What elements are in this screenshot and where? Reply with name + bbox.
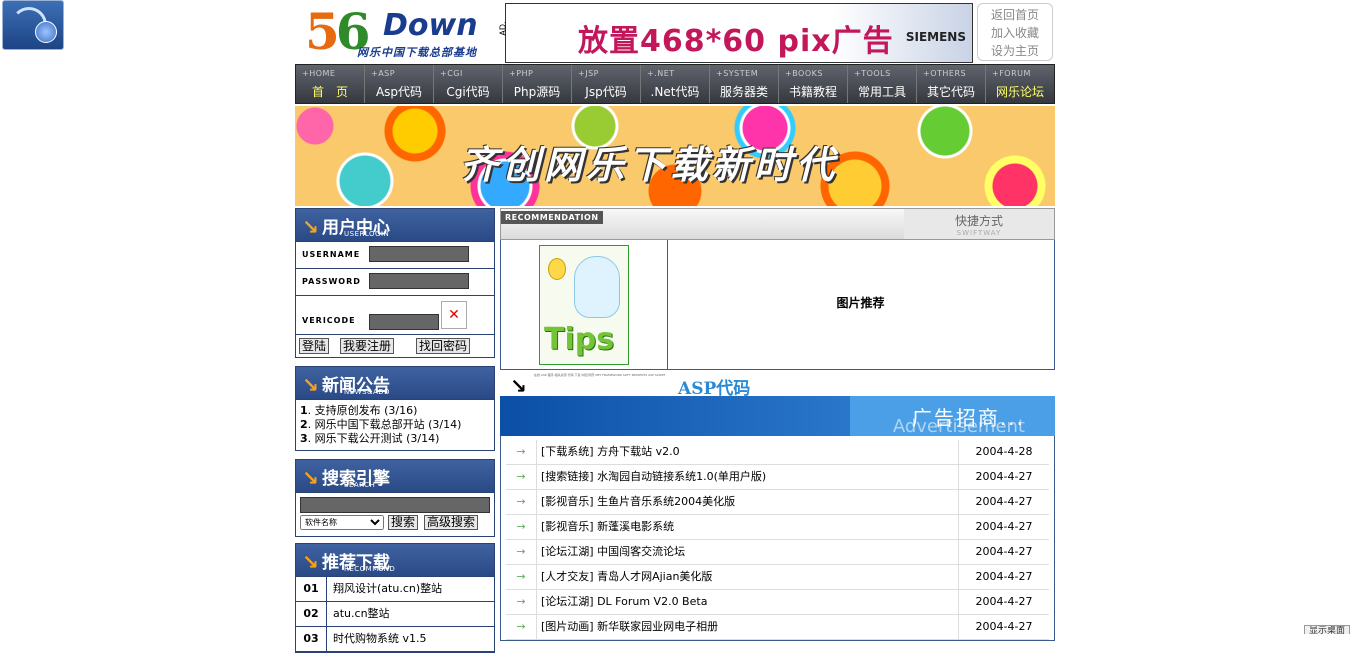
list-item[interactable]: 3. 网乐下载公开测试 (3/14) xyxy=(300,432,494,446)
search-panel: 软件名称 搜索 高级搜索 xyxy=(295,493,495,537)
list-item[interactable]: 1. 支持原创发布 (3/16) xyxy=(300,404,494,418)
main-nav: +HOME 首 页 +ASP Asp代码 +CGI Cgi代码 +PHP Php源码 +… xyxy=(295,64,1055,104)
broken-image-icon: ✕ xyxy=(441,301,467,329)
nav-cgi[interactable]: +CGI Cgi代码 xyxy=(434,65,503,103)
desktop-shortcut-icon[interactable] xyxy=(2,0,64,50)
username-input[interactable] xyxy=(369,246,469,262)
nav-asp[interactable]: +ASP Asp代码 xyxy=(365,65,434,103)
picture-recommendation: Tips 图片推荐 xyxy=(500,240,1055,370)
nav-books[interactable]: +BOOKS 书籍教程 xyxy=(779,65,848,103)
table-row[interactable]: → [搜索链接] 水淘园自动链接系统1.0(单用户版) 2004-4-27 xyxy=(506,465,1049,490)
banner-slogan: 齐创网乐下载新时代 xyxy=(460,143,839,187)
quick-links: 返回首页 加入收藏 设为主页 xyxy=(977,3,1053,61)
arrow-right-icon: → xyxy=(506,465,537,489)
arrow-icon: ↘ xyxy=(302,466,319,490)
login-panel-header: ↘ 用户中心 USERLOGIN xyxy=(295,208,495,242)
table-row[interactable]: → [影视音乐] 生鱼片音乐系统2004美化版 2004-4-27 xyxy=(506,490,1049,515)
search-panel-header: ↘ 搜索引擎 SEARCH xyxy=(295,459,495,493)
lightbulb-icon xyxy=(548,258,566,280)
arrow-icon: ↘ xyxy=(302,215,319,239)
recommendation-tag: RECOMMENDATION xyxy=(501,211,603,224)
swiftway-link[interactable]: 快捷方式 SWIFTWAY xyxy=(904,209,1054,239)
table-row[interactable]: → [影视音乐] 新蓬溪电影系统 2004-4-27 xyxy=(506,515,1049,540)
search-input[interactable] xyxy=(300,497,490,513)
nav-php[interactable]: +PHP Php源码 xyxy=(503,65,572,103)
news-list: 1. 支持原创发布 (3/16) 2. 网乐中国下载总部开站 (3/14) 3.… xyxy=(295,400,495,451)
table-row[interactable]: → [图片动画] 新华联家园业网电子相册 2004-4-27 xyxy=(506,615,1049,640)
arrow-icon: ↘ xyxy=(302,373,319,397)
vericode-input[interactable] xyxy=(369,314,439,330)
asp-code-list: → [下载系统] 方舟下载站 v2.0 2004-4-28 → [搜索链接] 水淘园自… xyxy=(500,436,1055,641)
nav-others[interactable]: +OTHERS 其它代码 xyxy=(917,65,986,103)
arrow-right-icon: → xyxy=(506,540,537,564)
list-item[interactable]: 2. 网乐中国下载总部开站 (3/14) xyxy=(300,418,494,432)
nav-home[interactable]: +HOME 首 页 xyxy=(296,65,365,103)
password-input[interactable] xyxy=(369,273,469,289)
recover-password-button[interactable]: 找回密码 xyxy=(416,338,471,354)
table-row[interactable]: → [人才交友] 青岛人才网Ajian美化版 2004-4-27 xyxy=(506,565,1049,590)
asp-section-header: ↘ 在线 ASP 程序 相关资源 代码 下载 中国 网乐 NET FRAMEWO… xyxy=(510,373,751,399)
table-row[interactable]: → [论坛江湖] DL Forum V2.0 Beta 2004-4-27 xyxy=(506,590,1049,615)
arrow-right-icon: → xyxy=(506,515,537,539)
arrow-right-icon: → xyxy=(506,590,537,614)
advanced-search-button[interactable]: 高级搜索 xyxy=(424,515,479,530)
right-column: RECOMMENDATION 快捷方式 SWIFTWAY Tips 图片推荐 ↘… xyxy=(500,208,1055,641)
ad-brand: SIEMENS xyxy=(905,30,966,44)
top-ad-banner[interactable]: AD. 放置468*60 pix广告 SIEMENS xyxy=(499,3,973,63)
search-button[interactable]: 搜索 xyxy=(388,515,419,530)
nav-forum[interactable]: +FORUM 网乐论坛 xyxy=(986,65,1054,103)
link-home[interactable]: 返回首页 xyxy=(978,6,1052,24)
site-logo[interactable]: 56 Down 网乐中国下载总部基地 xyxy=(305,2,495,61)
arrow-icon: ↘ xyxy=(510,374,527,398)
recommend-list: 01 翔风设计(atu.cn)整站 02 atu.cn整站 03 时代购物系统 v1.… xyxy=(295,577,495,653)
list-item[interactable]: 02 atu.cn整站 xyxy=(296,602,494,627)
recommendation-header: RECOMMENDATION 快捷方式 SWIFTWAY xyxy=(500,208,1055,240)
recommend-panel-header: ↘ 推荐下载 RECOMMEND xyxy=(295,543,495,577)
nav-system[interactable]: +SYSTEM 服务器类 xyxy=(710,65,779,103)
nav-net[interactable]: +.NET .Net代码 xyxy=(641,65,710,103)
register-button[interactable]: 我要注册 xyxy=(340,338,395,354)
table-row[interactable]: → [下载系统] 方舟下载站 v2.0 2004-4-28 xyxy=(506,440,1049,465)
arrow-right-icon: → xyxy=(506,440,537,464)
disc-icon xyxy=(35,21,57,43)
news-panel-header: ↘ 新闻公告 NEWS&ADD xyxy=(295,366,495,400)
list-item[interactable]: 01 翔风设计(atu.cn)整站 xyxy=(296,577,494,602)
ghost-icon xyxy=(574,256,620,318)
link-favorite[interactable]: 加入收藏 xyxy=(978,24,1052,42)
login-button[interactable]: 登陆 xyxy=(299,338,330,354)
nav-jsp[interactable]: +JSP Jsp代码 xyxy=(572,65,641,103)
nav-tools[interactable]: +TOOLS 常用工具 xyxy=(848,65,917,103)
arrow-right-icon: → xyxy=(506,615,537,639)
hero-banner: 齐创网乐下载新时代 xyxy=(295,106,1055,206)
left-column: ↘ 用户中心 USERLOGIN USERNAME PASSWORD VERIC… xyxy=(295,208,495,653)
table-row[interactable]: → [论坛江湖] 中国闯客交流论坛 2004-4-27 xyxy=(506,540,1049,565)
tips-thumbnail[interactable]: Tips xyxy=(539,245,629,365)
link-set-homepage[interactable]: 设为主页 xyxy=(978,42,1052,60)
advertisement-bar[interactable]: Advertisement 广告招商... xyxy=(500,396,1055,436)
list-item[interactable]: 03 时代购物系统 v1.5 xyxy=(296,627,494,652)
picture-recommendation-title: 图片推荐 xyxy=(836,296,885,310)
ad-text: 放置468*60 pix广告 xyxy=(578,24,894,59)
arrow-icon: ↘ xyxy=(302,550,319,574)
arrow-right-icon: → xyxy=(506,565,537,589)
login-panel: USERNAME PASSWORD VERICODE ✕ 登陆 我要注册 找回密… xyxy=(295,242,495,358)
arrow-right-icon: → xyxy=(506,490,537,514)
search-type-select[interactable]: 软件名称 xyxy=(300,515,384,530)
show-desktop-button[interactable]: 显示桌面 xyxy=(1304,625,1350,634)
